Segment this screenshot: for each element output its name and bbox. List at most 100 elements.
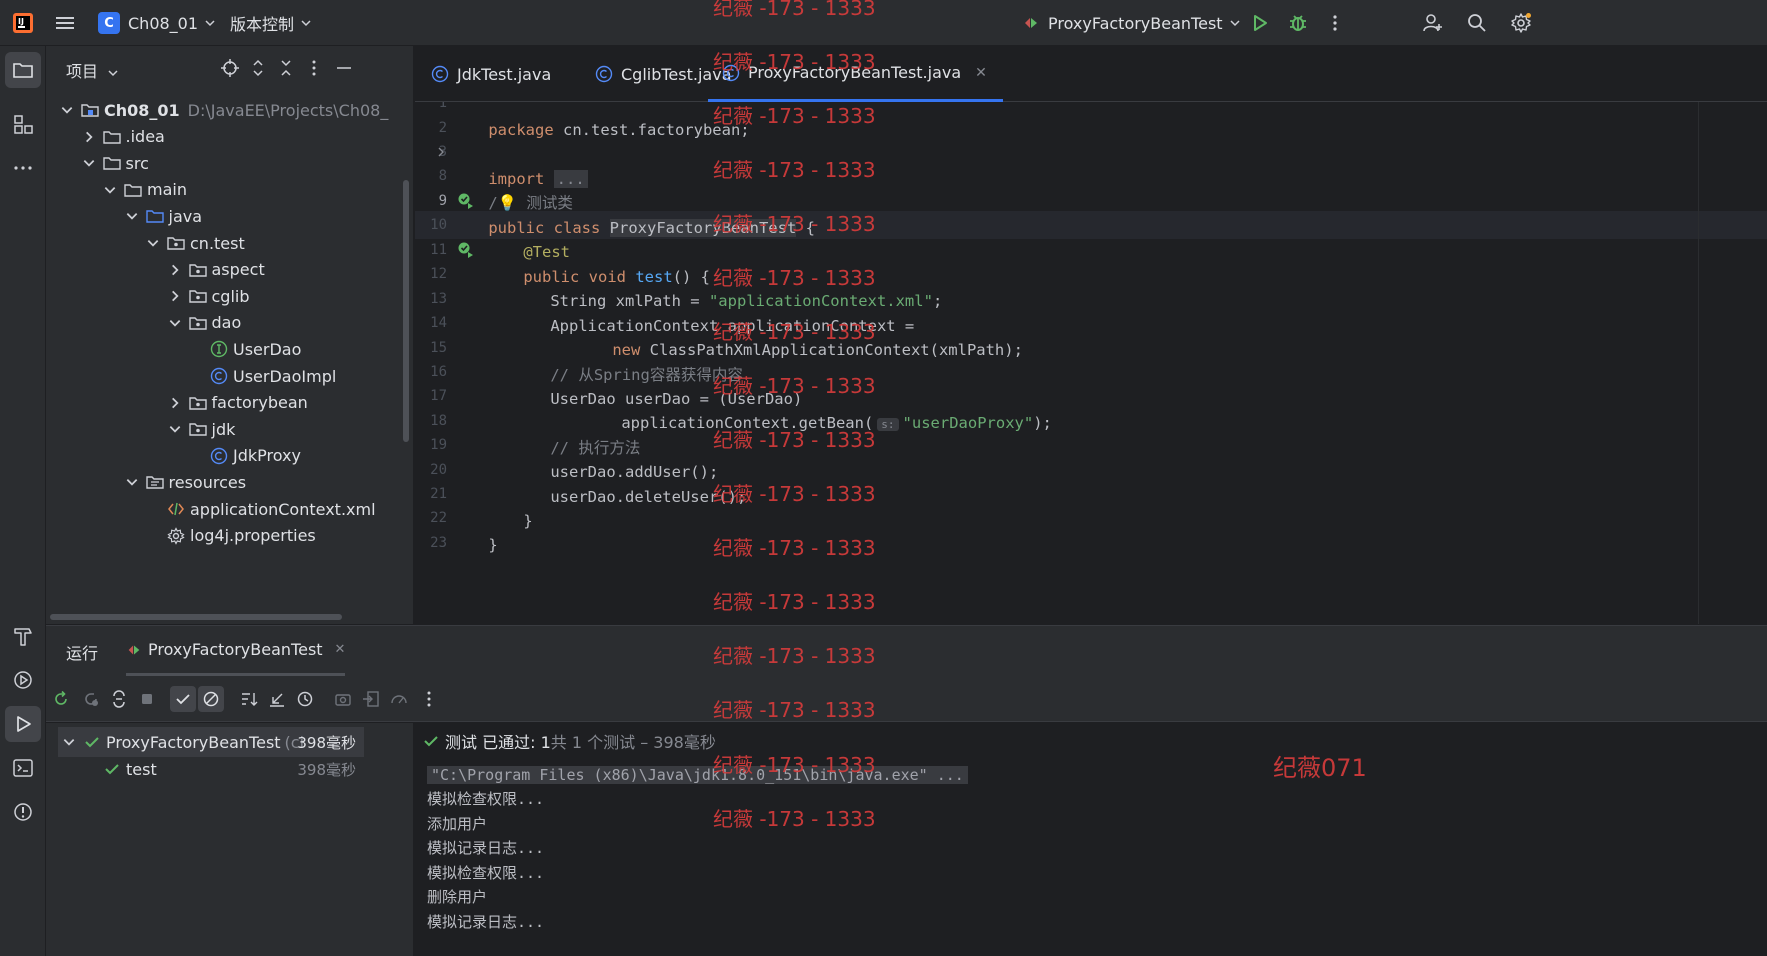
line-number[interactable]: 19 <box>415 432 447 459</box>
main-menu-button[interactable] <box>54 0 76 46</box>
line-number[interactable]: 22 <box>415 505 447 532</box>
tree-item-aspect[interactable]: aspect <box>46 255 413 285</box>
toggle-auto-test-button[interactable] <box>106 686 132 712</box>
tree-item-userdao[interactable]: UserDao <box>46 334 413 364</box>
test-case-label: test <box>126 759 157 779</box>
services-tool-button[interactable] <box>5 662 41 698</box>
tab-proxyfactorybeantest[interactable]: ProxyFactoryBeanTest.java ✕ <box>708 46 1003 102</box>
chevron-down-icon[interactable] <box>125 474 141 490</box>
stop-button[interactable] <box>134 686 160 712</box>
tree-item-applicationcontext-xml[interactable]: applicationContext.xml <box>46 494 413 524</box>
vcs-menu[interactable]: 版本控制 <box>230 0 312 46</box>
import-tests-button[interactable] <box>358 686 384 712</box>
chevron-down-icon[interactable] <box>168 421 184 437</box>
chevron-down-icon[interactable] <box>103 182 119 198</box>
rerun-failed-button[interactable] <box>78 686 104 712</box>
collapse-all-icon[interactable] <box>276 58 296 78</box>
locate-file-icon[interactable] <box>220 58 240 78</box>
ide-logo[interactable]: IJ <box>12 0 34 46</box>
test-history-button[interactable] <box>292 686 318 712</box>
test-suite-row[interactable]: ProxyFactoryBeanTest (ci 398毫秒 <box>58 727 364 757</box>
module-folder-icon <box>80 100 100 120</box>
tree-item-main[interactable]: main <box>46 175 413 205</box>
tree-item-resources[interactable]: resources <box>46 467 413 497</box>
chevron-down-icon[interactable] <box>146 235 162 251</box>
settings-button[interactable] <box>1510 0 1532 46</box>
line-number[interactable]: 8 <box>415 163 447 190</box>
vertical-scrollbar[interactable] <box>403 180 409 442</box>
tree-item-userdaoimpl[interactable]: UserDaoImpl <box>46 361 413 391</box>
tree-item-cglib[interactable]: cglib <box>46 281 413 311</box>
run-config-selector[interactable]: ProxyFactoryBeanTest <box>1022 0 1241 46</box>
chevron-right-icon[interactable] <box>168 262 184 278</box>
test-passed-icon <box>85 737 99 748</box>
fold-expand-icon[interactable] <box>435 146 447 158</box>
show-passed-toggle[interactable] <box>170 686 196 712</box>
run-button[interactable] <box>1250 0 1270 46</box>
tree-item-ch08-01[interactable]: Ch08_01 D:\JavaEE\Projects\Ch08_ <box>46 95 413 125</box>
run-tab-proxyfactorybeantest[interactable]: ProxyFactoryBeanTest ✕ <box>126 626 346 676</box>
chevron-right-icon[interactable] <box>168 395 184 411</box>
code-with-me-button[interactable] <box>1422 0 1444 46</box>
close-icon[interactable]: ✕ <box>335 642 346 657</box>
tree-item-factorybean[interactable]: factorybean <box>46 388 413 418</box>
chevron-down-icon <box>63 739 75 746</box>
minimize-icon[interactable] <box>334 58 354 78</box>
project-view-selector[interactable]: 项目 <box>66 58 119 82</box>
tree-item--idea[interactable]: .idea <box>46 122 413 152</box>
project-tool-button[interactable] <box>5 52 41 88</box>
test-run-config-icon <box>1025 18 1037 28</box>
test-case-row[interactable]: test 398毫秒 <box>58 754 364 784</box>
tree-item-log4j-properties[interactable]: log4j.properties <box>46 521 413 551</box>
tree-item-java[interactable]: java <box>46 201 413 231</box>
line-number[interactable]: 12 <box>415 261 447 288</box>
left-tool-strip <box>0 46 46 956</box>
console-output[interactable]: 测试 已通过: 1 共 1 个测试 – 398毫秒 "C:\Program Fi… <box>415 723 1767 956</box>
chevron-right-icon[interactable] <box>82 129 98 145</box>
chevron-down-icon[interactable] <box>60 102 76 118</box>
coverage-button[interactable] <box>386 686 412 712</box>
more-run-actions-button[interactable] <box>416 686 442 712</box>
structure-tool-button[interactable] <box>5 106 41 142</box>
line-number[interactable]: 10 <box>415 212 447 239</box>
expand-all-icon[interactable] <box>248 58 268 78</box>
more-actions-button[interactable] <box>1326 0 1344 46</box>
tab-jdktest[interactable]: JdkTest.java <box>431 46 551 102</box>
collapse-tests-button[interactable] <box>264 686 290 712</box>
vertical-ellipsis-icon[interactable] <box>304 58 324 78</box>
more-tools-button[interactable] <box>5 150 41 186</box>
services-icon <box>14 671 32 689</box>
tree-item-dao[interactable]: dao <box>46 308 413 338</box>
horizontal-scrollbar[interactable] <box>50 614 342 620</box>
show-ignored-toggle[interactable] <box>198 686 224 712</box>
problems-tool-button[interactable] <box>5 794 41 830</box>
build-tool-button[interactable] <box>5 618 41 654</box>
chevron-down-icon[interactable] <box>125 208 141 224</box>
run-icon <box>1254 15 1267 31</box>
line-number[interactable]: 17 <box>415 383 447 410</box>
run-tool-button[interactable] <box>5 706 41 742</box>
terminal-tool-button[interactable] <box>5 750 41 786</box>
tree-item-jdkproxy[interactable]: JdkProxy <box>46 441 413 471</box>
tree-item-cn-test[interactable]: cn.test <box>46 228 413 258</box>
line-number[interactable]: 23 <box>415 530 447 557</box>
console-line: 删除用户 <box>427 888 488 906</box>
chevron-right-icon[interactable] <box>168 288 184 304</box>
chevron-down-icon[interactable] <box>82 155 98 171</box>
sort-button[interactable] <box>236 686 262 712</box>
close-icon[interactable]: ✕ <box>975 65 987 81</box>
class-icon <box>209 446 229 466</box>
debug-button[interactable] <box>1288 0 1308 46</box>
screenshot-button[interactable] <box>330 686 356 712</box>
code-editor[interactable]: 1 2 3 8 9 10 11 12 13 14 15 16 17 18 19 20 21 22 23 packag… <box>415 102 1767 624</box>
project-switcher[interactable]: C Ch08_01 <box>98 0 216 46</box>
tree-item-jdk[interactable]: jdk <box>46 414 413 444</box>
tree-item-src[interactable]: src <box>46 148 413 178</box>
line-number[interactable]: 14 <box>415 310 447 337</box>
tree-item-label: aspect <box>211 260 265 280</box>
search-everywhere-button[interactable] <box>1466 0 1488 46</box>
rerun-button[interactable] <box>48 686 74 712</box>
chevron-down-icon[interactable] <box>168 315 184 331</box>
code-line-14: new ClassPathXmlApplicationContext(xmlPa… <box>612 341 1023 360</box>
